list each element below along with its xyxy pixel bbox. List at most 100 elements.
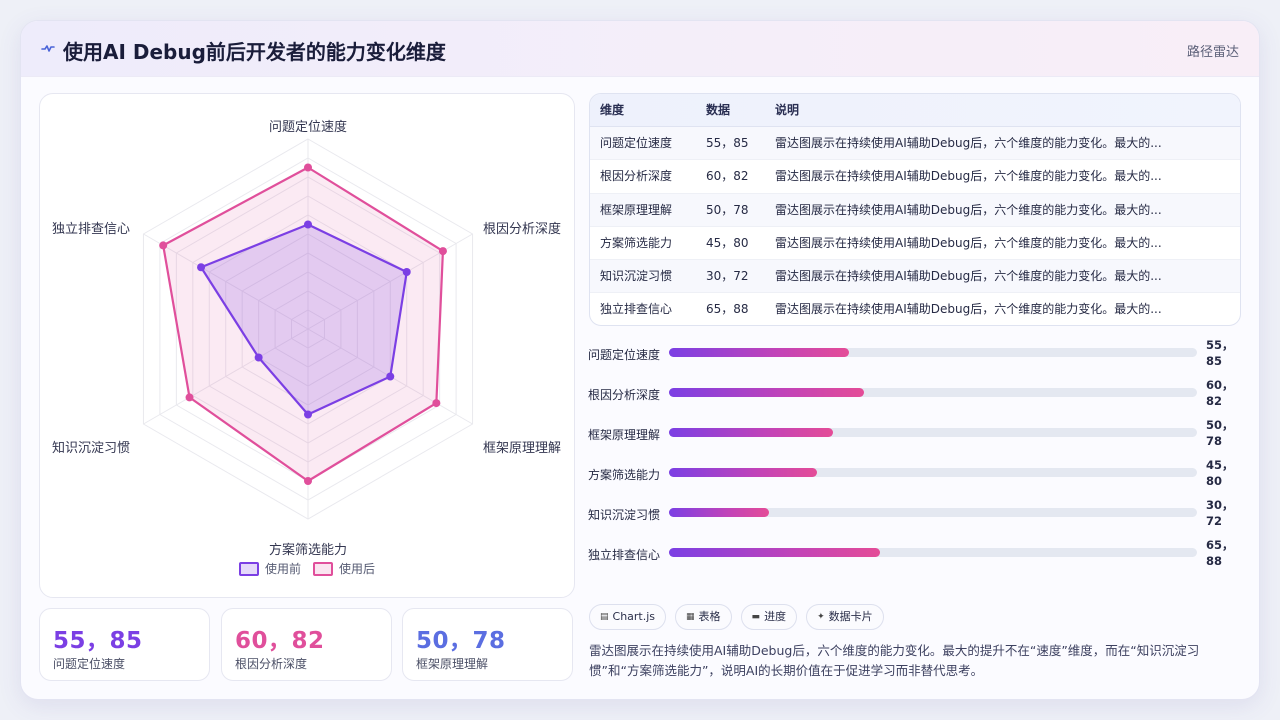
bar-track xyxy=(669,428,1197,437)
table-header-cell[interactable]: 维度 xyxy=(600,94,700,127)
table-cell: 雷达图展示在持续使用AI辅助Debug后，六个维度的能力变化。最大的... xyxy=(775,202,1162,217)
page-title: 使用AI Debug前后开发者的能力变化维度 xyxy=(63,40,446,64)
radar-point xyxy=(254,353,263,362)
table-cell: 65，88 xyxy=(706,302,749,317)
table-row[interactable]: 框架原理理解 50，78 雷达图展示在持续使用AI辅助Debug后，六个维度的能… xyxy=(590,193,1240,227)
radar-point xyxy=(304,220,312,229)
table-row[interactable]: 独立排查信心 65，88 雷达图展示在持续使用AI辅助Debug后，六个维度的能… xyxy=(590,293,1240,325)
radar-point xyxy=(197,263,206,272)
radar-point xyxy=(185,393,194,402)
bar-value: 55，85 xyxy=(1206,338,1234,368)
chip-chartjs[interactable]: ▤ Chart.js xyxy=(589,604,667,630)
table-row[interactable]: 根因分析深度 60，82 雷达图展示在持续使用AI辅助Debug后，六个维度的能… xyxy=(590,160,1240,194)
bar-fill xyxy=(669,388,865,397)
bar-label: 方案筛选能力 xyxy=(588,468,661,482)
bar-value: 50，78 xyxy=(1206,418,1234,448)
table-row[interactable]: 知识沉淀习惯 30，72 雷达图展示在持续使用AI辅助Debug后，六个维度的能… xyxy=(590,260,1240,294)
table-cell: 60，82 xyxy=(706,169,749,184)
bar-value: 30，72 xyxy=(1206,498,1234,528)
stat-card: 50，78 框架原理理解 xyxy=(402,608,573,681)
tech-chips: ▤ Chart.js ▦ 表格 ▬ 进度 ✦ 数据卡片 xyxy=(589,604,884,630)
bar-label: 独立排查信心 xyxy=(588,548,661,562)
legend-item-before[interactable]: 使用前 xyxy=(238,560,301,577)
pulse-icon xyxy=(41,45,55,52)
table-cell: 30，72 xyxy=(706,269,749,284)
stat-card: 55，85 问题定位速度 xyxy=(39,608,210,681)
radar-point xyxy=(432,399,441,408)
radar-axis-label: 根因分析深度 xyxy=(483,222,562,237)
chart-icon: ▤ xyxy=(600,612,609,622)
bar-fill xyxy=(669,428,833,437)
stat-value: 50，78 xyxy=(416,628,506,654)
bar-fill xyxy=(669,548,881,557)
bar-row: 框架原理理解 50，78 xyxy=(588,417,1248,449)
table-header: 维度 数据 说明 xyxy=(590,94,1240,127)
radar-axis-label: 问题定位速度 xyxy=(268,120,348,135)
data-table: 维度 数据 说明 问题定位速度 55，85 雷达图展示在持续使用AI辅助Debu… xyxy=(589,93,1241,326)
bar-row: 独立排查信心 65，88 xyxy=(588,537,1248,569)
stat-label: 问题定位速度 xyxy=(53,657,126,671)
table-row[interactable]: 方案筛选能力 45，80 雷达图展示在持续使用AI辅助Debug后，六个维度的能… xyxy=(590,227,1240,261)
chip-label: 数据卡片 xyxy=(828,610,873,623)
bar-row: 方案筛选能力 45，80 xyxy=(588,457,1248,489)
table-row[interactable]: 问题定位速度 55，85 雷达图展示在持续使用AI辅助Debug后，六个维度的能… xyxy=(590,127,1240,161)
chip-label: Chart.js xyxy=(612,610,656,623)
radar-point xyxy=(386,372,395,381)
chip-label: 进度 xyxy=(764,610,787,623)
progress-bars: 问题定位速度 55，85 根因分析深度 60，82 框架原理理解 50，78 方… xyxy=(588,337,1248,577)
bar-fill xyxy=(669,348,849,357)
bar-label: 根因分析深度 xyxy=(588,388,661,402)
chart-legend: 使用前 使用后 xyxy=(40,560,574,577)
table-cell: 知识沉淀习惯 xyxy=(600,269,673,284)
page-subtitle: 路径雷达 xyxy=(1186,45,1239,60)
table-icon: ▦ xyxy=(686,612,695,622)
description-text: 雷达图展示在持续使用AI辅助Debug后，六个维度的能力变化。最大的提升不在“速… xyxy=(589,643,1200,678)
sparkle-icon: ✦ xyxy=(817,612,825,622)
bar-track xyxy=(669,508,1197,517)
table-cell: 独立排查信心 xyxy=(600,302,673,317)
table-cell: 雷达图展示在持续使用AI辅助Debug后，六个维度的能力变化。最大的... xyxy=(775,269,1162,284)
bar-value: 45，80 xyxy=(1206,458,1234,488)
stat-label: 框架原理理解 xyxy=(416,657,489,671)
table-cell: 55，85 xyxy=(706,136,749,150)
bar-track xyxy=(669,548,1197,557)
radar-point xyxy=(304,163,312,172)
header: 使用AI Debug前后开发者的能力变化维度 路径雷达 xyxy=(21,21,1259,77)
stat-value: 55，85 xyxy=(53,628,143,654)
table-cell: 方案筛选能力 xyxy=(600,235,673,250)
legend-label-before: 使用前 xyxy=(264,562,301,576)
bar-row: 知识沉淀习惯 30，72 xyxy=(588,497,1248,529)
dashboard-card: 使用AI Debug前后开发者的能力变化维度 路径雷达 问题定位速度 根因分析深度… xyxy=(20,20,1260,700)
bar-value: 60，82 xyxy=(1206,378,1234,408)
legend-swatch-after xyxy=(313,561,333,576)
bar-track xyxy=(669,468,1197,477)
table-header-cell[interactable]: 说明 xyxy=(775,94,1235,127)
progress-icon: ▬ xyxy=(751,612,761,622)
radar-axis-label: 独立排查信心 xyxy=(52,222,131,237)
radar-point xyxy=(438,247,447,256)
chip-table[interactable]: ▦ 表格 xyxy=(675,604,732,630)
legend-item-after[interactable]: 使用后 xyxy=(313,560,375,577)
bar-value: 65，88 xyxy=(1206,538,1234,568)
chip-data-card[interactable]: ✦ 数据卡片 xyxy=(806,604,884,630)
radar-axis-label: 方案筛选能力 xyxy=(268,543,348,558)
stat-value: 60，82 xyxy=(235,628,325,654)
bar-label: 框架原理理解 xyxy=(588,428,661,442)
bar-fill xyxy=(669,508,770,517)
bar-track xyxy=(669,348,1197,357)
chip-progress[interactable]: ▬ 进度 xyxy=(740,604,798,630)
bar-label: 问题定位速度 xyxy=(588,348,661,362)
radar-point xyxy=(402,268,411,276)
radar-axis-label: 框架原理理解 xyxy=(483,441,562,456)
table-cell: 45，80 xyxy=(706,235,749,250)
bar-row: 问题定位速度 55，85 xyxy=(588,337,1248,369)
chip-label: 表格 xyxy=(698,610,721,623)
stat-card: 60，82 根因分析深度 xyxy=(221,608,392,681)
stat-label: 根因分析深度 xyxy=(235,657,308,671)
table-cell: 根因分析深度 xyxy=(600,169,673,184)
table-header-cell[interactable]: 数据 xyxy=(706,94,766,127)
table-cell: 雷达图展示在持续使用AI辅助Debug后，六个维度的能力变化。最大的... xyxy=(775,235,1162,250)
radar-chart xyxy=(142,138,474,520)
radar-chart-panel: 问题定位速度 根因分析深度 框架原理理解 方案筛选能力 知识沉淀习惯 独立排查信心 使用前… xyxy=(39,93,575,598)
radar-point xyxy=(304,477,312,485)
